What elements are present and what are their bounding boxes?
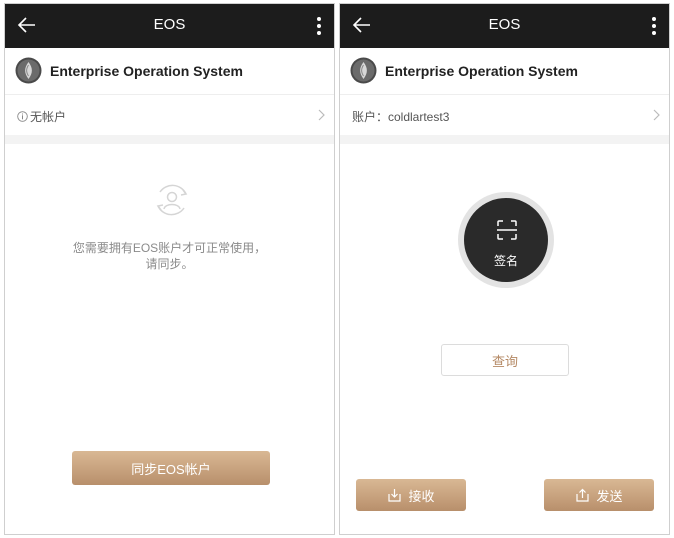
user-sync-icon	[156, 184, 188, 216]
top-bar: EOS	[5, 4, 334, 48]
divider	[5, 135, 334, 144]
more-vertical-icon[interactable]	[649, 14, 659, 38]
account-label: 无帐户	[17, 108, 66, 125]
send-label: 发送	[596, 488, 623, 504]
receive-label: 接收	[408, 488, 435, 504]
app-header: Enterprise Operation System	[5, 48, 334, 95]
sync-account-button[interactable]: 同步EOS帐户	[72, 451, 270, 485]
sign-button[interactable]: 签名	[464, 198, 548, 282]
chevron-right-icon	[653, 109, 660, 121]
sign-ring: 签名	[458, 192, 554, 288]
screen-account: EOS Enterprise Operation System 账户：coldl…	[339, 3, 670, 535]
eos-logo-icon	[350, 57, 377, 84]
more-vertical-icon[interactable]	[314, 14, 324, 38]
page-title: EOS	[153, 16, 186, 33]
top-bar: EOS	[340, 4, 669, 48]
upload-icon	[576, 488, 590, 502]
empty-message-line1: 您需要拥有EOS账户才可正常使用，	[72, 241, 267, 255]
empty-message-line2: 请同步。	[145, 257, 194, 271]
app-name: Enterprise Operation System	[385, 63, 578, 79]
app-header: Enterprise Operation System	[340, 48, 669, 95]
chevron-right-icon	[318, 109, 325, 121]
page-title: EOS	[488, 16, 521, 33]
account-row[interactable]: 无帐户	[5, 95, 334, 135]
account-label: 账户：coldlartest3	[352, 110, 450, 124]
scan-icon	[497, 220, 517, 240]
receive-button[interactable]: 接收	[356, 479, 466, 511]
info-icon	[17, 111, 28, 122]
divider	[340, 135, 669, 144]
screen-no-account: EOS Enterprise Operation System 无帐户 您需要拥…	[4, 3, 335, 535]
eos-logo-icon	[15, 57, 42, 84]
query-button[interactable]: 查询	[441, 344, 569, 376]
empty-message: 您需要拥有EOS账户才可正常使用， 请同步。	[5, 240, 334, 272]
sign-label: 签名	[493, 254, 518, 268]
send-button[interactable]: 发送	[544, 479, 654, 511]
account-status-text: 无帐户	[30, 110, 67, 124]
account-row[interactable]: 账户：coldlartest3	[340, 95, 669, 135]
app-name: Enterprise Operation System	[50, 63, 243, 79]
download-icon	[388, 488, 402, 502]
